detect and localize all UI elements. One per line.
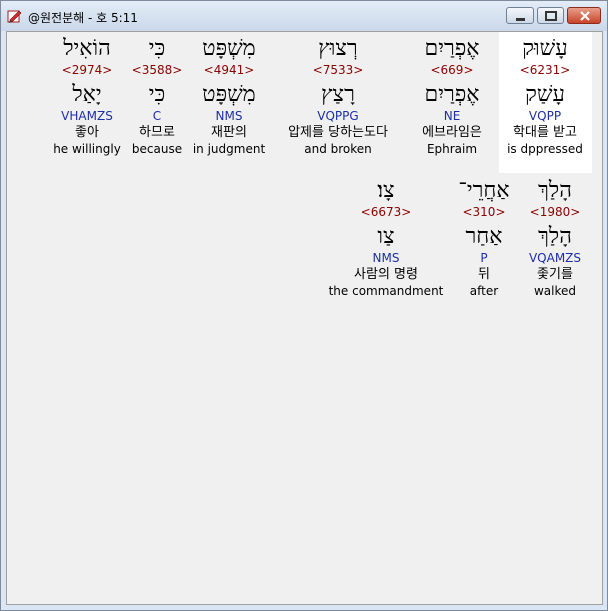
strong-number: <2974>	[61, 63, 113, 77]
korean-gloss: 사람의 명령	[354, 267, 418, 282]
morphology-code: NE	[443, 109, 461, 123]
minimize-button[interactable]	[506, 7, 534, 24]
korean-gloss: 좋아	[75, 125, 99, 140]
korean-gloss: 에브라임은	[422, 125, 482, 140]
hebrew-word: אֶפְרַיִם	[424, 36, 480, 61]
hebrew-lemma: אֶפְרַיִם	[424, 82, 480, 107]
hebrew-word: הוֹאִיל	[63, 36, 111, 61]
english-gloss: and broken	[304, 142, 372, 156]
strong-number: <6673>	[360, 205, 412, 219]
english-gloss: Ephraim	[426, 142, 478, 156]
maximize-icon	[545, 11, 557, 21]
korean-gloss: 압제를 당하는도다	[288, 125, 388, 140]
hebrew-lemma: יָאַל	[72, 82, 102, 107]
hebrew-lemma: רָצַץ	[321, 82, 355, 107]
pen-book-icon	[7, 10, 22, 23]
morphology-code: VHAMZS	[61, 109, 113, 123]
word-block[interactable]: צָו׃ <6673> צַו NMS 사람의 명령 the commandme…	[326, 178, 446, 299]
strong-number: <7533>	[312, 63, 364, 77]
close-button[interactable]	[567, 7, 601, 24]
english-gloss: the commandment	[328, 284, 444, 298]
hebrew-word: רְצוּץ	[318, 36, 358, 61]
title-bar[interactable]: @원전분해 - 호 5:11	[1, 1, 607, 31]
window-title: @원전분해 - 호 5:11	[28, 11, 138, 25]
word-block[interactable]: הוֹאִיל <2974> יָאַל VHAMZS 좋아 he willin…	[27, 36, 147, 157]
strong-number: <669>	[430, 63, 474, 77]
english-gloss: he willingly	[53, 142, 121, 156]
maximize-button[interactable]	[537, 7, 564, 24]
morphology-code: VQPPG	[317, 109, 359, 123]
app-window: @원전분해 - 호 5:11 עָשׁוּק <6231> עָשַׁק VQP…	[0, 0, 608, 611]
minimize-icon	[516, 18, 525, 21]
morphology-code: NMS	[372, 251, 400, 265]
close-icon	[580, 11, 590, 21]
hebrew-word: צָו׃	[377, 178, 395, 203]
analysis-panel: עָשׁוּק <6231> עָשַׁק VQPP 학대를 받고 is dpp…	[6, 31, 603, 605]
word-block[interactable]: רְצוּץ <7533> רָצַץ VQPPG 압제를 당하는도다 and …	[278, 36, 398, 157]
hebrew-lemma: צַו	[377, 224, 395, 249]
word-block[interactable]: אֶפְרַיִם <669> אֶפְרַיִם NE 에브라임은 Ephra…	[392, 36, 512, 157]
